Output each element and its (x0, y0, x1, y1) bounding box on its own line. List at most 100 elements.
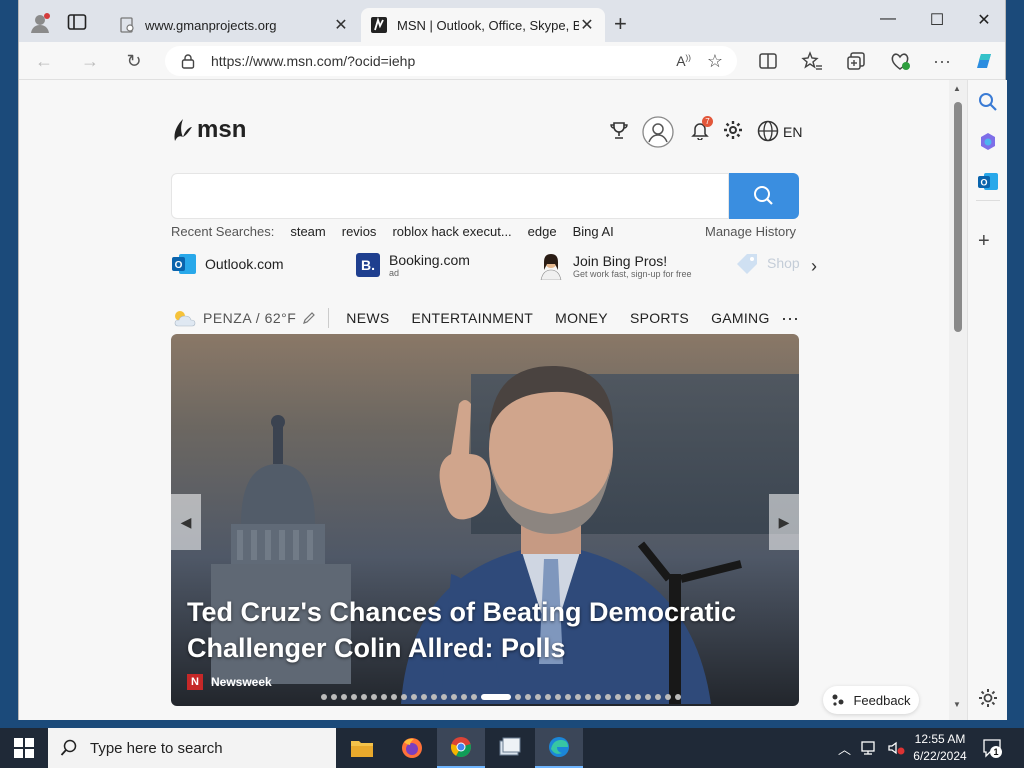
carousel-dot[interactable] (371, 694, 377, 700)
nav-entertainment[interactable]: ENTERTAINMENT (401, 310, 545, 326)
close-tab-icon[interactable]: ✕ (579, 15, 595, 35)
favorite-star-icon[interactable]: ☆ (707, 51, 723, 72)
carousel-dot-active[interactable] (481, 694, 511, 700)
sidebar-search-icon[interactable] (976, 90, 1000, 114)
action-center-button[interactable]: 1 (982, 738, 1002, 763)
lock-icon[interactable] (181, 53, 195, 69)
carousel-dot[interactable] (331, 694, 337, 700)
page-scrollbar[interactable]: ▲ ▼ (949, 80, 967, 720)
carousel-dot[interactable] (605, 694, 611, 700)
close-tab-icon[interactable]: ✕ (333, 15, 349, 35)
notifications-button[interactable]: 7 (691, 116, 713, 145)
tab-msn[interactable]: MSN | Outlook, Office, Skype, Bi ✕ (361, 8, 605, 42)
copilot-icon[interactable] (973, 50, 995, 72)
show-hidden-icons[interactable]: ︿ (838, 739, 851, 758)
nav-money[interactable]: MONEY (544, 310, 619, 326)
forward-icon[interactable]: → (79, 50, 101, 72)
carousel-dot[interactable] (401, 694, 407, 700)
account-icon[interactable] (642, 116, 674, 148)
recent-search-item[interactable]: edge (528, 224, 557, 239)
sidebar-settings-gear-icon[interactable] (976, 686, 1000, 710)
quick-link-bing-pros[interactable]: Join Bing Pros! Get work fast, sign-up fo… (537, 252, 692, 280)
carousel-dot[interactable] (565, 694, 571, 700)
collections-icon[interactable] (845, 50, 867, 72)
carousel-dot[interactable] (585, 694, 591, 700)
carousel-dot[interactable] (411, 694, 417, 700)
hero-carousel[interactable]: ◀ ▶ Ted Cruz's Chances of Beating Democr… (171, 334, 799, 706)
minimize-button[interactable]: — (873, 10, 903, 28)
carousel-dot[interactable] (515, 694, 521, 700)
nav-sports[interactable]: SPORTS (619, 310, 700, 326)
taskbar-search-box[interactable]: Type here to search (48, 728, 336, 768)
language-selector[interactable]: EN (783, 124, 802, 140)
recent-search-item[interactable]: revios (342, 224, 377, 239)
quick-link-booking[interactable]: B. Booking.com ad (355, 252, 470, 278)
favorites-icon[interactable] (801, 50, 823, 72)
sidebar-copilot-icon[interactable] (976, 130, 1000, 154)
msn-search-button[interactable] (729, 173, 799, 219)
quick-link-shop[interactable]: Shop (735, 252, 800, 274)
carousel-dot[interactable] (341, 694, 347, 700)
carousel-dot[interactable] (545, 694, 551, 700)
carousel-dot[interactable] (675, 694, 681, 700)
carousel-dot[interactable] (655, 694, 661, 700)
windows-start-icon[interactable] (14, 738, 34, 758)
maximize-button[interactable]: ☐ (922, 10, 952, 30)
carousel-dot[interactable] (451, 694, 457, 700)
manage-history-link[interactable]: Manage History (705, 224, 796, 239)
carousel-dot[interactable] (595, 694, 601, 700)
back-icon[interactable]: ← (33, 50, 55, 72)
recent-search-item[interactable]: steam (290, 224, 325, 239)
carousel-dot[interactable] (615, 694, 621, 700)
recent-search-item[interactable]: roblox hack execut... (392, 224, 511, 239)
carousel-indicators[interactable] (321, 694, 681, 700)
close-window-button[interactable]: ✕ (969, 10, 999, 30)
tab-actions-icon[interactable] (67, 13, 87, 31)
scroll-thumb[interactable] (954, 102, 962, 332)
carousel-dot[interactable] (391, 694, 397, 700)
carousel-dot[interactable] (421, 694, 427, 700)
carousel-dot[interactable] (471, 694, 477, 700)
carousel-dot[interactable] (555, 694, 561, 700)
network-icon[interactable] (861, 740, 879, 756)
taskbar-chrome[interactable] (437, 728, 485, 768)
carousel-dot[interactable] (361, 694, 367, 700)
hero-next-button[interactable]: ▶ (769, 494, 799, 550)
refresh-icon[interactable]: ↻ (123, 50, 145, 72)
carousel-dot[interactable] (645, 694, 651, 700)
scroll-down-arrow-icon[interactable]: ▼ (953, 700, 961, 709)
quick-link-outlook[interactable]: O Outlook.com (171, 252, 284, 276)
recent-search-item[interactable]: Bing AI (573, 224, 614, 239)
tab-gmanprojects[interactable]: www.gmanprojects.org ✕ (109, 8, 359, 42)
carousel-dot[interactable] (535, 694, 541, 700)
browser-essentials-icon[interactable] (889, 50, 911, 72)
sidebar-outlook-icon[interactable]: O (976, 170, 1000, 194)
feedback-button[interactable]: Feedback (823, 686, 919, 714)
new-tab-button[interactable]: + (614, 11, 627, 37)
carousel-dot[interactable] (635, 694, 641, 700)
settings-gear-icon[interactable] (723, 120, 743, 140)
hero-prev-button[interactable]: ◀ (171, 494, 201, 550)
split-screen-icon[interactable] (757, 50, 779, 72)
read-aloud-icon[interactable]: A)) (676, 53, 691, 69)
taskbar-edge[interactable] (535, 728, 583, 768)
taskbar-file-explorer[interactable] (338, 728, 386, 768)
carousel-dot[interactable] (575, 694, 581, 700)
carousel-dot[interactable] (351, 694, 357, 700)
profile-icon[interactable] (29, 12, 51, 34)
globe-icon[interactable] (757, 120, 779, 142)
weather-widget[interactable]: PENZA / 62°F (171, 308, 330, 328)
hero-headline[interactable]: Ted Cruz's Chances of Beating Democratic… (187, 594, 787, 666)
carousel-dot[interactable] (441, 694, 447, 700)
volume-muted-icon[interactable] (887, 740, 905, 756)
address-bar[interactable]: https://www.msn.com/?ocid=iehp A)) ☆ (165, 46, 737, 76)
hero-source[interactable]: N Newsweek (187, 674, 272, 690)
taskbar-firefox[interactable] (388, 728, 436, 768)
scroll-up-arrow-icon[interactable]: ▲ (953, 84, 961, 93)
nav-more-button[interactable]: ··· (781, 308, 799, 329)
carousel-dot[interactable] (321, 694, 327, 700)
taskbar-clock[interactable]: 12:55 AM 6/22/2024 (908, 731, 972, 765)
quick-links-next-icon[interactable]: › (811, 256, 817, 277)
carousel-dot[interactable] (625, 694, 631, 700)
taskbar-app-window[interactable] (486, 728, 534, 768)
